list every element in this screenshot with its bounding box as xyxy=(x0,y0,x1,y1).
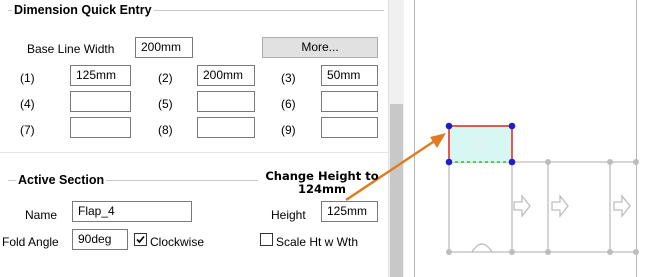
dim-6-label: (6) xyxy=(281,97,296,111)
scale-ht-label[interactable]: Scale Ht w Wth xyxy=(276,235,358,249)
name-label: Name xyxy=(25,208,58,222)
clockwise-checkbox[interactable] xyxy=(134,233,147,246)
dim-5-field[interactable] xyxy=(197,91,255,112)
more-button[interactable]: More... xyxy=(262,37,378,58)
annotation-line-2: 124mm xyxy=(298,182,346,196)
name-field[interactable]: Flap_4 xyxy=(72,201,192,222)
dim-2-label: (2) xyxy=(158,71,173,85)
dimension-quick-entry-title: Dimension Quick Entry xyxy=(12,3,154,17)
active-section-title: Active Section xyxy=(16,173,107,187)
drawing-canvas[interactable] xyxy=(404,0,653,277)
scrollbar-thumb[interactable] xyxy=(390,104,403,277)
dim-1-field[interactable]: 125mm xyxy=(70,65,131,86)
dim-7-field[interactable] xyxy=(70,117,131,138)
height-label: Height xyxy=(271,208,306,222)
base-line-width-field[interactable]: 200mm xyxy=(135,37,193,58)
dim-8-field[interactable] xyxy=(197,117,255,138)
dim-3-label: (3) xyxy=(281,71,296,85)
dim-4-field[interactable] xyxy=(70,91,131,112)
properties-panel: Dimension Quick Entry Base Line Width 20… xyxy=(0,0,388,277)
checkmark-icon xyxy=(136,235,145,244)
fold-angle-field[interactable]: 90deg xyxy=(72,229,128,250)
dim-9-field[interactable] xyxy=(321,117,378,138)
section-separator xyxy=(0,152,388,153)
fold-angle-label: Fold Angle xyxy=(2,235,59,249)
dim-1-label: (1) xyxy=(20,71,35,85)
dim-4-label: (4) xyxy=(20,97,35,111)
dim-8-label: (8) xyxy=(158,123,173,137)
dim-2-field[interactable]: 200mm xyxy=(197,65,255,86)
instruction-annotation: Change Height to 124mm xyxy=(262,170,382,196)
scale-ht-checkbox[interactable] xyxy=(260,233,273,246)
dim-9-label: (9) xyxy=(281,123,296,137)
dim-5-label: (5) xyxy=(158,97,173,111)
base-line-width-label: Base Line Width xyxy=(27,42,115,56)
canvas-border xyxy=(636,0,637,277)
dim-7-label: (7) xyxy=(20,123,35,137)
canvas-border xyxy=(414,0,415,277)
height-field[interactable]: 125mm xyxy=(321,201,378,222)
dim-6-field[interactable] xyxy=(321,91,378,112)
dim-3-field[interactable]: 50mm xyxy=(321,65,378,86)
clockwise-label[interactable]: Clockwise xyxy=(150,235,204,249)
